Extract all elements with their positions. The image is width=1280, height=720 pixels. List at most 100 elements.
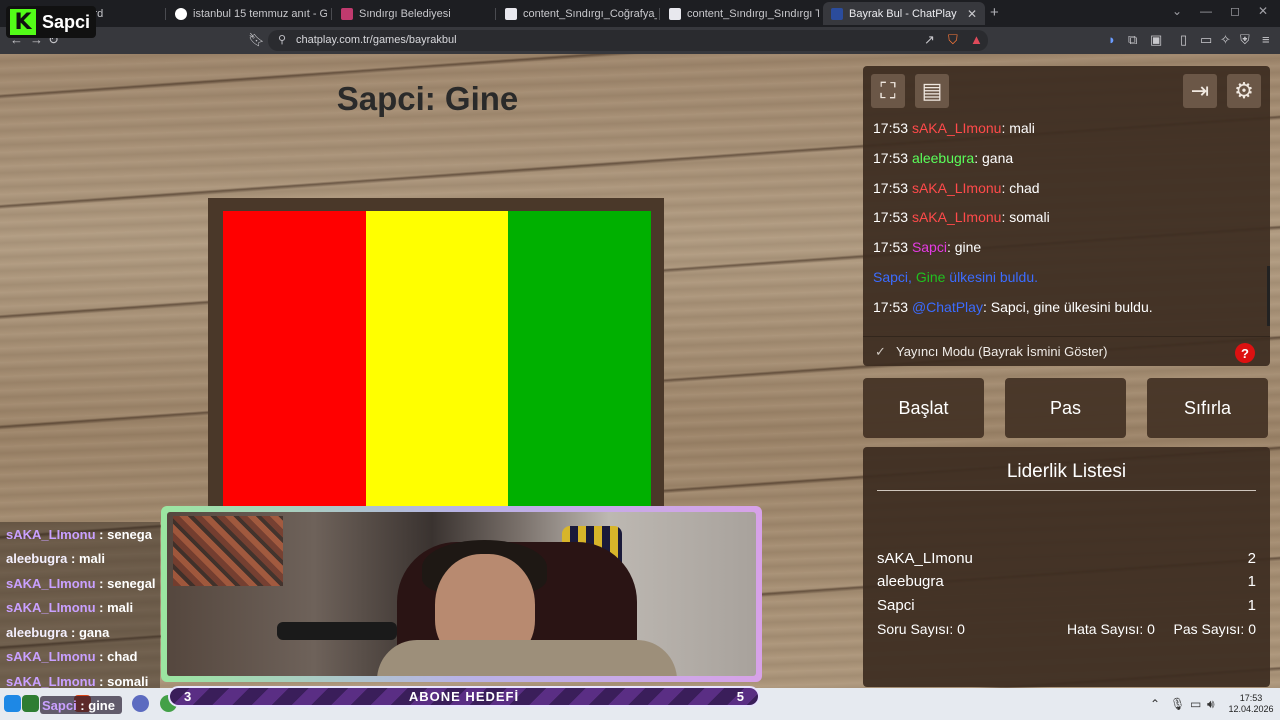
tray-chevron-icon[interactable]: ⌃ bbox=[1150, 697, 1160, 711]
tab-divider bbox=[659, 8, 660, 20]
chat-user[interactable]: sAKA_LImonu bbox=[912, 180, 1002, 196]
browser-tab[interactable]: Sındırgı Belediyesi bbox=[333, 2, 493, 25]
streamer-mode-toggle[interactable]: ✓ Yayıncı Modu (Bayrak İsmini Göster) ? bbox=[863, 336, 1270, 366]
notes-icon[interactable]: ▤ bbox=[915, 74, 949, 108]
browser-tab[interactable]: content_Sındırgı_Coğrafya_22_5020... bbox=[497, 2, 657, 25]
fullscreen-icon[interactable]: ⛶ bbox=[871, 74, 905, 108]
menu-icon[interactable]: ≡ bbox=[1262, 32, 1270, 47]
app-icon[interactable] bbox=[22, 695, 39, 712]
pass-count: Pas Sayısı: 0 bbox=[1173, 621, 1256, 637]
overlay-chat-line: aleebugra : mali bbox=[0, 546, 160, 571]
audio-icon[interactable]: ◗ bbox=[1108, 32, 1116, 47]
sidebar-icon[interactable]: ▯ bbox=[1180, 32, 1187, 48]
chat-text: chad bbox=[1009, 179, 1040, 196]
goal-target: 5 bbox=[736, 689, 744, 704]
chat-user: sAKA_LImonu bbox=[6, 649, 96, 665]
browser-tab[interactable]: istanbul 15 temmuz anıt - Google'da bbox=[167, 2, 327, 25]
browser-tab[interactable]: content_Sındırgı_Sındırgı Tarihi_18_9... bbox=[661, 2, 819, 25]
close-tab-icon[interactable]: ✕ bbox=[967, 7, 977, 21]
overlay-chat-line: aleebugra : gana bbox=[0, 620, 160, 645]
flag-image bbox=[223, 211, 652, 521]
chat-log[interactable]: 17:53 sAKA_LImonu: mali 17:53 aleebugra: … bbox=[873, 120, 1263, 329]
help-button[interactable]: ? bbox=[1235, 343, 1255, 363]
error-count: Hata Sayısı: 0 bbox=[1067, 621, 1155, 637]
leaderboard-row: aleebugra 1 bbox=[877, 573, 1256, 595]
leo-icon[interactable]: ✧ bbox=[1220, 32, 1231, 48]
rewards-icon[interactable]: ▲ bbox=[970, 32, 983, 47]
flag-stripe-green bbox=[508, 211, 652, 521]
brave-shield-icon[interactable]: ⛉ bbox=[948, 32, 958, 48]
site-info-icon[interactable]: ⚲ bbox=[278, 33, 286, 46]
chat-scrollbar[interactable] bbox=[1267, 266, 1270, 326]
pass-button[interactable]: Pas bbox=[1005, 378, 1126, 438]
streamer-mode-label[interactable]: Yayıncı Modu (Bayrak İsmini Göster) bbox=[896, 344, 1107, 359]
minimize-icon[interactable]: — bbox=[1200, 4, 1212, 18]
leaderboard-row: sAKA_LImonu 2 bbox=[877, 550, 1256, 572]
system-country: Gine bbox=[915, 268, 946, 285]
chat-message: 17:53 sAKA_LImonu: somali bbox=[873, 209, 1263, 239]
overlay-chat-line: sAKA_LImonu : mali bbox=[0, 595, 160, 620]
volume-icon[interactable]: 🔊︎ bbox=[1207, 697, 1215, 712]
chat-user[interactable]: Sapci bbox=[912, 239, 947, 255]
share-icon[interactable]: ↗ bbox=[924, 32, 935, 48]
chat-message: 17:53 aleebugra: gana bbox=[873, 150, 1263, 180]
settings-icon[interactable]: ⚙ bbox=[1227, 74, 1261, 108]
chat-sep: : bbox=[76, 698, 89, 713]
chat-text: mali bbox=[107, 600, 134, 616]
chat-user[interactable]: sAKA_LImonu bbox=[912, 209, 1002, 225]
player-score: 2 bbox=[1247, 550, 1256, 567]
chat-user: Sapci bbox=[42, 698, 77, 713]
chat-sep: : bbox=[95, 526, 108, 542]
microphone-icon[interactable]: 🎙︎ bbox=[1170, 697, 1185, 711]
chat-sep: : bbox=[67, 624, 79, 640]
wallet-icon[interactable]: ▭ bbox=[1200, 32, 1212, 48]
address-bar[interactable]: ⚲ chatplay.com.tr/games/bayrakbul bbox=[268, 30, 988, 51]
chat-user[interactable]: @ChatPlay bbox=[912, 299, 983, 315]
start-button[interactable]: Başlat bbox=[863, 378, 984, 438]
checkmark-icon[interactable]: ✓ bbox=[875, 344, 886, 360]
tab-divider bbox=[495, 8, 496, 20]
document-icon bbox=[505, 7, 517, 20]
chatplay-icon bbox=[831, 7, 843, 20]
chat-sep: : bbox=[974, 149, 982, 166]
maximize-icon[interactable]: ◻ bbox=[1230, 4, 1240, 18]
chat-controls: ⛶ ▤ ⇥ ⚙ bbox=[863, 66, 1270, 112]
extensions-icon[interactable]: ⧉ bbox=[1128, 32, 1137, 48]
chat-user: sAKA_LImonu bbox=[6, 526, 96, 542]
browser-tab-active[interactable]: Bayrak Bul - ChatPlay ✕ bbox=[823, 2, 985, 25]
exit-icon[interactable]: ⇥ bbox=[1183, 74, 1217, 108]
new-tab-button[interactable]: + bbox=[990, 4, 999, 21]
leaderboard-title: Liderlik Listesi bbox=[1006, 461, 1127, 482]
tab-label: istanbul 15 temmuz anıt - Google'da bbox=[193, 7, 327, 20]
stream-overlay-chat: sAKA_LImonu : senega aleebugra : mali sAKA… bbox=[0, 522, 160, 694]
tab-search-icon[interactable]: ⌄ bbox=[1172, 4, 1182, 18]
webcam-frame bbox=[161, 506, 762, 682]
document-icon bbox=[669, 7, 681, 20]
chat-user: sAKA_LImonu bbox=[6, 575, 96, 591]
vpn-icon[interactable]: ⛨ bbox=[1240, 32, 1250, 48]
discord-icon[interactable] bbox=[132, 695, 149, 712]
close-window-icon[interactable]: ✕ bbox=[1258, 4, 1268, 18]
tab-divider bbox=[331, 8, 332, 20]
chat-time: 17:53 bbox=[873, 239, 909, 256]
chat-user[interactable]: sAKA_LImonu bbox=[912, 120, 1002, 136]
bookmark-icon[interactable]: 🔖︎ bbox=[248, 32, 265, 48]
overlay-chat-line: sAKA_LImonu : senega bbox=[0, 522, 160, 547]
chat-user[interactable]: aleebugra bbox=[912, 150, 974, 166]
chat-sep: : bbox=[95, 600, 108, 616]
chat-message: 17:53 Sapci: gine bbox=[873, 239, 1263, 269]
screenshot-icon[interactable]: ▣ bbox=[1150, 32, 1162, 48]
tab-label: content_Sındırgı_Coğrafya_22_5020... bbox=[523, 7, 657, 20]
reset-button[interactable]: Sıfırla bbox=[1147, 378, 1268, 438]
system-clock[interactable]: 17:53 12.04.2026 bbox=[1226, 693, 1276, 715]
leaderboard-panel: Liderlik Listesi sAKA_LImonu 2 aleebugra 1… bbox=[863, 447, 1270, 687]
tab-label: Bayrak Bul - ChatPlay bbox=[849, 7, 957, 20]
chat-text: mali bbox=[78, 551, 105, 567]
display-icon[interactable]: ▭ bbox=[1190, 697, 1201, 711]
chat-text: gana bbox=[982, 149, 1014, 166]
url-text: chatplay.com.tr/games/bayrakbul bbox=[296, 34, 457, 46]
clock-time: 17:53 bbox=[1239, 693, 1263, 703]
start-icon[interactable] bbox=[4, 695, 21, 712]
tab-divider bbox=[165, 8, 166, 20]
player-name: sAKA_LImonu bbox=[877, 550, 973, 567]
